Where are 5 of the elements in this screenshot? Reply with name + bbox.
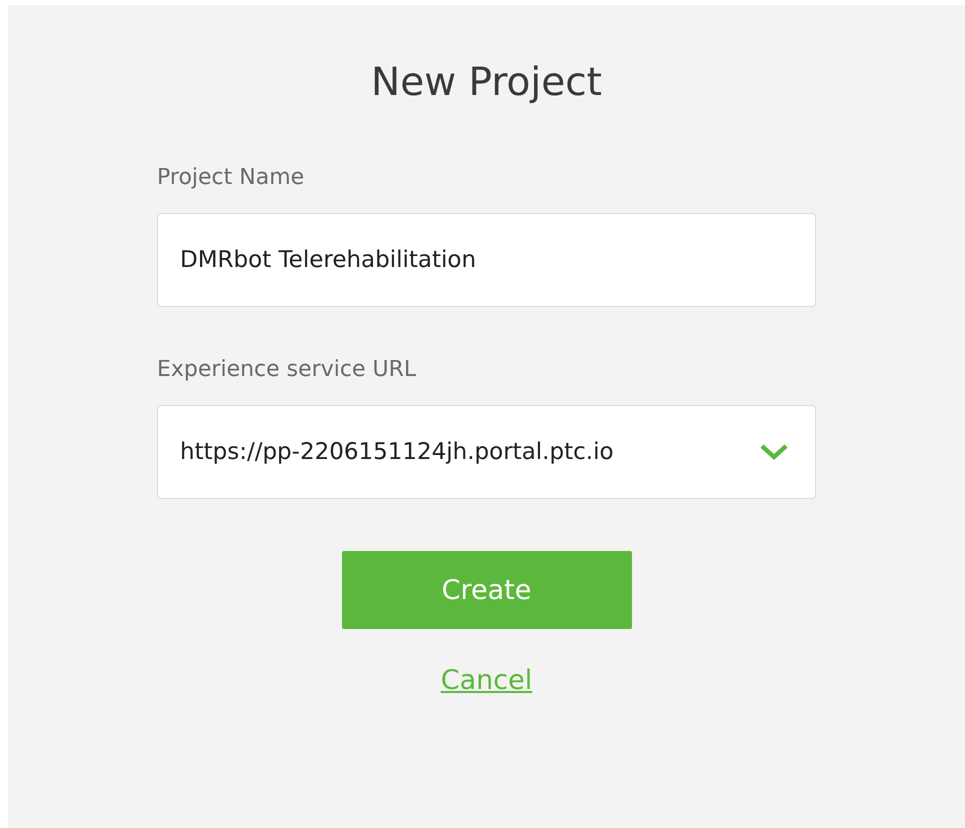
project-name-field[interactable]: DMRbot Telerehabilitation [157,213,816,307]
dialog-title: New Project [371,59,602,107]
field-label: Experience service URL [157,356,416,384]
field-label: Project Name [157,164,304,192]
chevron-down-icon[interactable] [759,442,789,462]
